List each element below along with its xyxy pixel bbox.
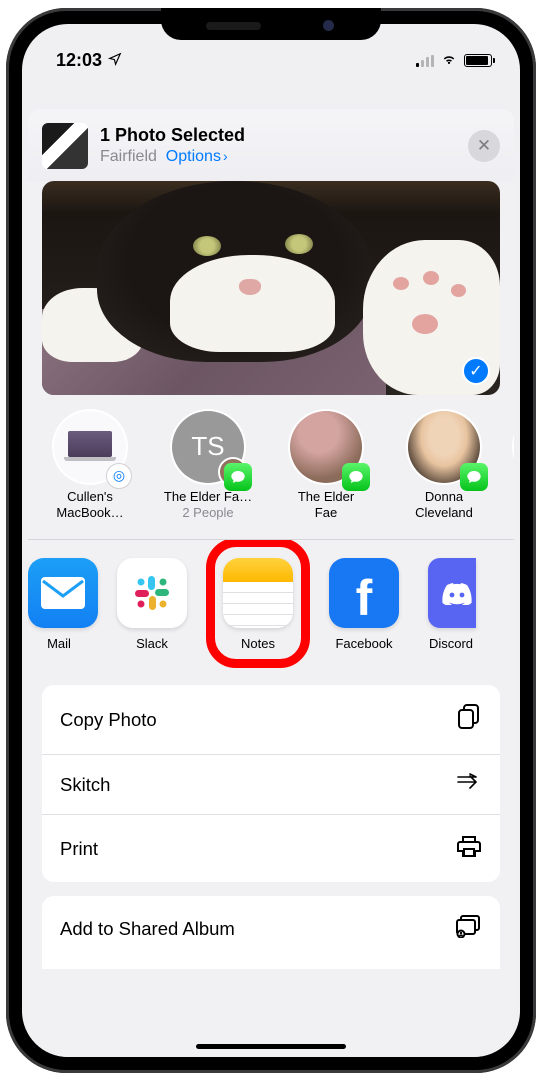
home-indicator[interactable] bbox=[196, 1044, 346, 1049]
print-icon bbox=[456, 833, 482, 864]
contact-item-group[interactable]: TS The Elder Fa… 2 People bbox=[160, 411, 256, 522]
photo-preview[interactable]: ✓ bbox=[42, 181, 500, 395]
battery-icon bbox=[464, 54, 492, 67]
notes-icon bbox=[223, 558, 293, 628]
contacts-row[interactable]: ◎ Cullen's MacBook… TS The Elder Fa… 2 P… bbox=[28, 395, 514, 540]
avatar: ◎ bbox=[54, 411, 126, 483]
messages-icon bbox=[224, 463, 252, 491]
contact-label: The Elder Fa… bbox=[160, 489, 256, 505]
messages-icon bbox=[460, 463, 488, 491]
status-time: 12:03 bbox=[56, 50, 102, 71]
share-sheet-header: 1 Photo Selected Fairfield Options› ✕ bbox=[28, 109, 514, 181]
action-label: Copy Photo bbox=[60, 709, 157, 731]
close-button[interactable]: ✕ bbox=[468, 130, 500, 162]
copy-icon bbox=[456, 703, 482, 736]
mail-icon bbox=[28, 558, 98, 628]
airdrop-icon: ◎ bbox=[106, 463, 132, 489]
x-icon: ✕ bbox=[477, 136, 491, 156]
discord-icon bbox=[428, 558, 476, 628]
contact-item[interactable]: The Elder Fae bbox=[278, 411, 374, 522]
action-skitch[interactable]: Skitch bbox=[42, 755, 500, 815]
chevron-right-icon: › bbox=[223, 148, 228, 164]
app-notes[interactable]: Notes bbox=[214, 558, 302, 651]
action-label: Add to Shared Album bbox=[60, 918, 235, 940]
contact-label: The Elder bbox=[278, 489, 374, 505]
messages-icon bbox=[342, 463, 370, 491]
app-label: Notes bbox=[214, 636, 302, 651]
cellular-icon bbox=[416, 55, 434, 67]
device-notch bbox=[161, 8, 381, 40]
actions-list-2: Add to Shared Album bbox=[42, 896, 500, 969]
contact-label: Cullen's bbox=[42, 489, 138, 505]
wifi-icon bbox=[440, 49, 458, 72]
app-facebook[interactable]: f Facebook bbox=[320, 558, 408, 651]
app-slack[interactable]: Slack bbox=[108, 558, 196, 651]
app-label: Facebook bbox=[320, 636, 408, 651]
contact-item-airdrop[interactable]: ◎ Cullen's MacBook… bbox=[42, 411, 138, 522]
action-add-shared-album[interactable]: Add to Shared Album bbox=[42, 896, 500, 969]
slack-icon bbox=[117, 558, 187, 628]
avatar bbox=[408, 411, 480, 483]
avatar bbox=[290, 411, 362, 483]
app-label: Slack bbox=[108, 636, 196, 651]
selected-check-icon: ✓ bbox=[462, 357, 490, 385]
action-label: Print bbox=[60, 838, 98, 860]
avatar: TS bbox=[172, 411, 244, 483]
app-mail[interactable]: Mail bbox=[28, 558, 90, 651]
skitch-icon bbox=[456, 773, 482, 796]
action-label: Skitch bbox=[60, 774, 110, 796]
shared-album-icon bbox=[454, 914, 482, 943]
apps-row[interactable]: Mail bbox=[28, 539, 514, 671]
app-label: Mail bbox=[28, 636, 90, 651]
location-text: Fairfield bbox=[100, 148, 157, 165]
share-sheet: 1 Photo Selected Fairfield Options› ✕ bbox=[28, 109, 514, 1057]
action-copy-photo[interactable]: Copy Photo bbox=[42, 685, 500, 755]
header-subtitle: Fairfield Options› bbox=[100, 148, 456, 166]
app-label: Discord bbox=[426, 636, 476, 651]
action-print[interactable]: Print bbox=[42, 815, 500, 882]
app-discord[interactable]: Discord bbox=[426, 558, 476, 651]
location-icon bbox=[108, 50, 122, 71]
actions-list: Copy Photo Skitch Print bbox=[42, 685, 500, 882]
options-button[interactable]: Options› bbox=[166, 148, 228, 165]
header-title: 1 Photo Selected bbox=[100, 125, 456, 146]
contact-label: Donna bbox=[396, 489, 492, 505]
facebook-icon: f bbox=[329, 558, 399, 628]
contact-item[interactable]: Donna Cleveland bbox=[396, 411, 492, 522]
phone-frame: 12:03 1 Photo Selected Fairfield bbox=[6, 8, 536, 1073]
selected-photo-thumbnail[interactable] bbox=[42, 123, 88, 169]
screen: 12:03 1 Photo Selected Fairfield bbox=[22, 24, 520, 1057]
